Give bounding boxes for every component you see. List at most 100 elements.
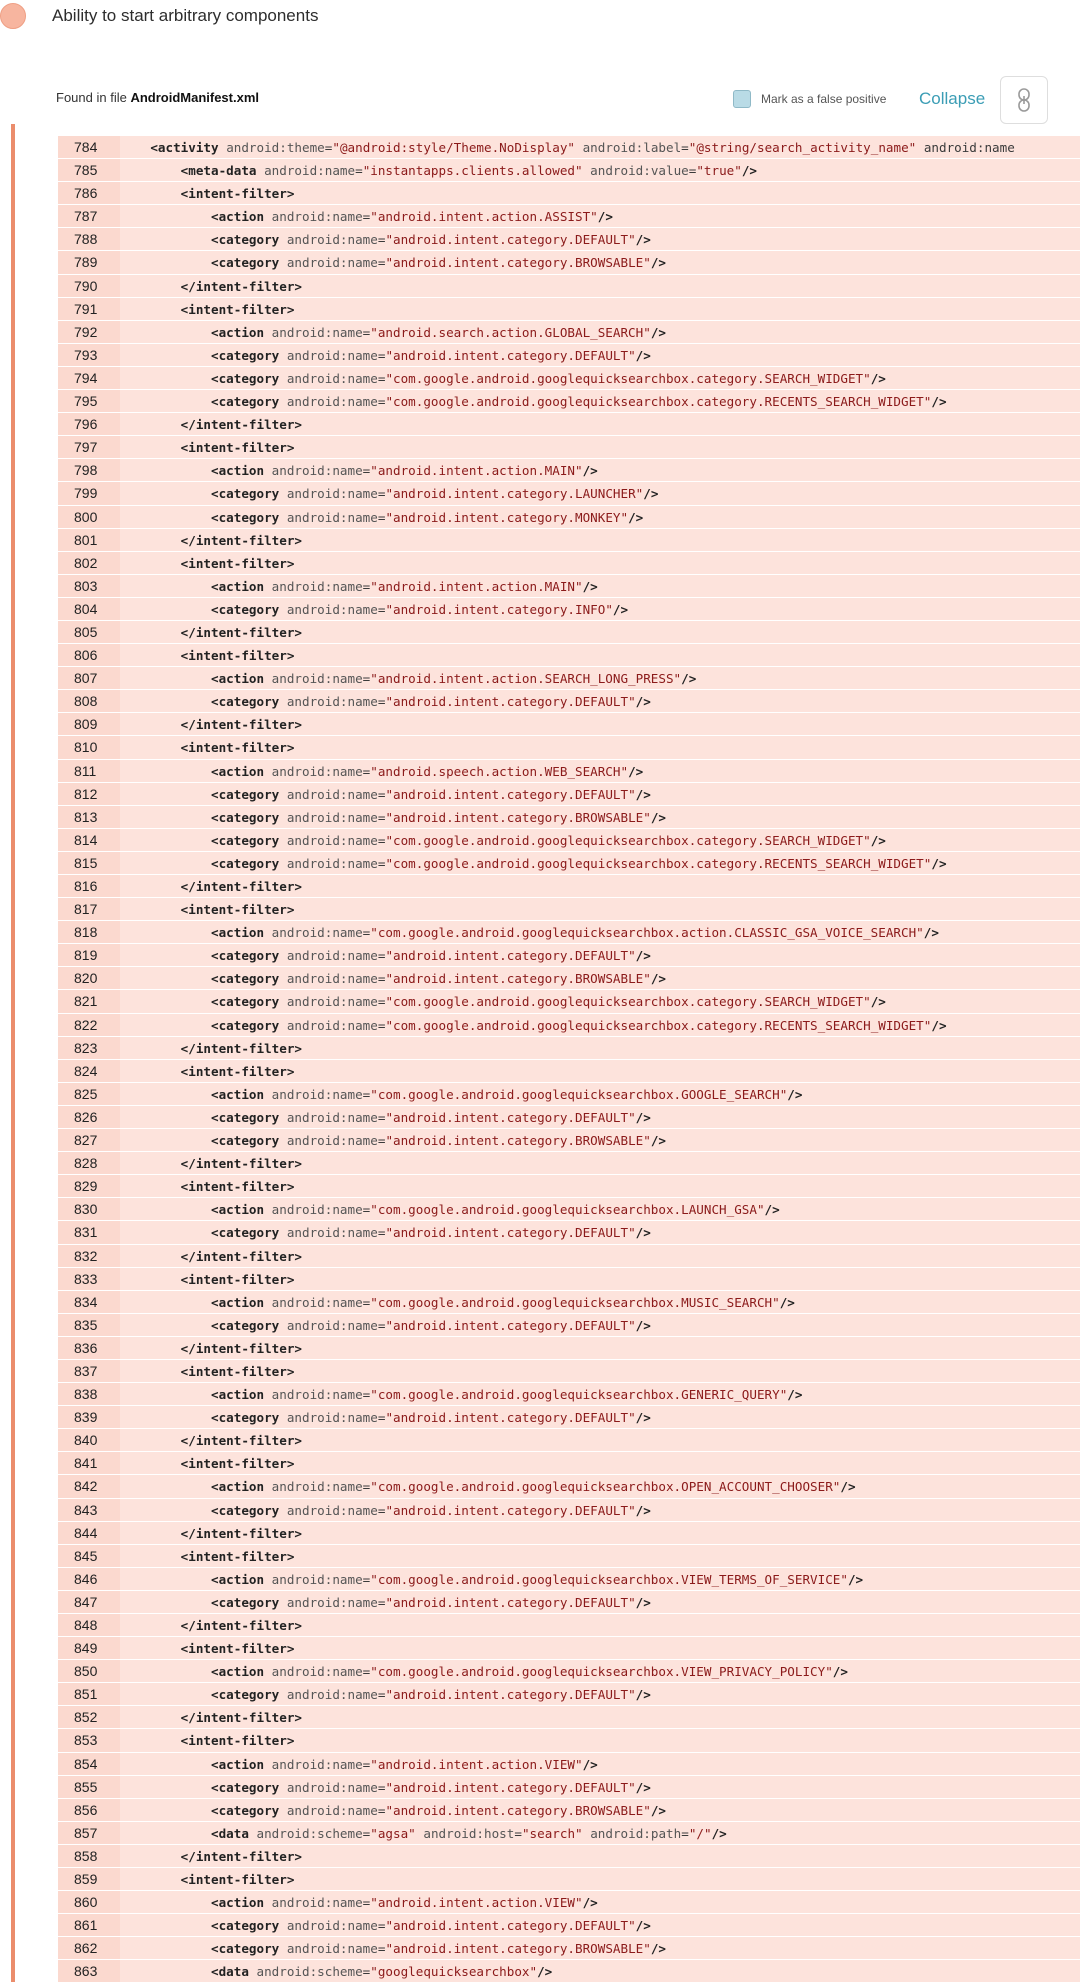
line-number: 792	[58, 320, 120, 343]
line-number: 805	[58, 620, 120, 644]
line-code: <action android:name="android.speech.act…	[211, 763, 644, 779]
line-number: 794	[58, 366, 120, 390]
line-code: <category android:name="android.intent.c…	[211, 1941, 666, 1957]
code-line: 811 <action android:name="android.speech…	[58, 759, 1080, 783]
line-number: 837	[58, 1359, 120, 1383]
code-line: 853 <intent-filter>	[58, 1729, 1080, 1753]
code-line: 813 <category android:name="android.inte…	[58, 805, 1080, 829]
line-number: 859	[58, 1868, 120, 1891]
code-line: 842 <action android:name="com.google.and…	[58, 1475, 1080, 1499]
line-number: 827	[58, 1129, 120, 1152]
code-line: 859 <intent-filter>	[58, 1868, 1080, 1892]
line-number: 863	[58, 1960, 120, 1982]
code-line: 821 <category android:name="com.google.a…	[58, 990, 1080, 1014]
line-number: 855	[58, 1775, 120, 1798]
line-number: 809	[58, 713, 120, 736]
line-code: </intent-filter>	[180, 717, 302, 733]
code-line: 829 <intent-filter>	[58, 1175, 1080, 1199]
copy-link-button[interactable]	[1000, 76, 1048, 124]
code-line: 827 <category android:name="android.inte…	[58, 1129, 1080, 1153]
line-number: 789	[58, 251, 120, 274]
code-line: 803 <action android:name="android.intent…	[58, 574, 1080, 598]
line-code: </intent-filter>	[180, 879, 302, 894]
line-number: 817	[58, 898, 120, 921]
code-line: 814 <category android:name="com.google.a…	[58, 828, 1080, 852]
line-code: <intent-filter>	[180, 902, 295, 918]
line-number: 820	[58, 967, 120, 990]
line-code: <action android:name="com.google.android…	[211, 1664, 848, 1680]
line-code: <category android:name="android.intent.c…	[211, 232, 651, 248]
line-number: 806	[58, 644, 120, 667]
code-line: 806 <intent-filter>	[58, 644, 1080, 668]
line-code: <category android:name="com.google.andro…	[211, 370, 886, 386]
line-number: 788	[58, 228, 120, 251]
code-line: 801 </intent-filter>	[58, 528, 1080, 552]
line-number: 811	[58, 759, 120, 782]
line-number: 852	[58, 1706, 120, 1729]
line-number: 813	[58, 805, 120, 828]
line-code: <intent-filter>	[180, 1063, 295, 1079]
line-code: <intent-filter>	[180, 186, 295, 202]
line-code: <category android:name="android.intent.c…	[211, 347, 651, 363]
line-code: <category android:name="android.intent.c…	[211, 809, 666, 825]
code-line: 816 </intent-filter>	[58, 875, 1080, 899]
issue-title: Ability to start arbitrary components	[52, 6, 319, 25]
collapse-button[interactable]: Collapse	[919, 89, 985, 109]
line-number: 804	[58, 597, 120, 620]
line-code: <category android:name="android.intent.c…	[211, 1687, 651, 1703]
code-line: 841 <intent-filter>	[58, 1452, 1080, 1476]
code-line: 828 </intent-filter>	[58, 1152, 1080, 1176]
line-number: 797	[58, 436, 120, 459]
code-line: 784 <activity android:theme="@android:st…	[58, 136, 1080, 160]
code-line: 861 <category android:name="android.inte…	[58, 1914, 1080, 1938]
line-number: 838	[58, 1383, 120, 1406]
line-number: 849	[58, 1637, 120, 1660]
line-number: 850	[58, 1660, 120, 1683]
code-line: 849 <intent-filter>	[58, 1637, 1080, 1661]
line-code: <category android:name="android.intent.c…	[211, 1133, 666, 1149]
line-number: 822	[58, 1013, 120, 1036]
line-number: 839	[58, 1406, 120, 1429]
line-code: <intent-filter>	[180, 1363, 295, 1379]
line-code: <action android:name="com.google.android…	[211, 1479, 856, 1495]
code-line: 788 <category android:name="android.inte…	[58, 228, 1080, 252]
line-number: 818	[58, 921, 120, 944]
code-line: 844 </intent-filter>	[58, 1521, 1080, 1545]
line-number: 815	[58, 851, 120, 874]
line-code: <intent-filter>	[180, 1271, 295, 1287]
code-line: 854 <action android:name="android.intent…	[58, 1752, 1080, 1776]
code-line: 847 <category android:name="android.inte…	[58, 1590, 1080, 1614]
line-code: <category android:name="android.intent.c…	[211, 1502, 651, 1518]
line-code: </intent-filter>	[180, 1618, 302, 1633]
code-snippet: 784 <activity android:theme="@android:st…	[11, 124, 1080, 1982]
line-number: 853	[58, 1729, 120, 1752]
line-code: <category android:name="android.intent.c…	[211, 1225, 651, 1241]
line-code: <action android:name="android.search.act…	[211, 324, 666, 340]
line-code: </intent-filter>	[180, 1848, 302, 1864]
false-positive-label[interactable]: Mark as a false positive	[761, 92, 886, 106]
false-positive-checkbox[interactable]	[733, 90, 751, 108]
code-line: 793 <category android:name="android.inte…	[58, 343, 1080, 367]
line-code: <action android:name="com.google.android…	[211, 1571, 864, 1587]
code-line: 846 <action android:name="com.google.and…	[58, 1567, 1080, 1591]
line-number: 845	[58, 1544, 120, 1567]
line-number: 810	[58, 736, 120, 759]
code-line: 845 <intent-filter>	[58, 1544, 1080, 1568]
line-code: </intent-filter>	[180, 1156, 302, 1172]
line-code: <intent-filter>	[180, 555, 295, 571]
line-number: 801	[58, 528, 120, 551]
line-code: </intent-filter>	[180, 1340, 302, 1356]
code-line: 824 <intent-filter>	[58, 1059, 1080, 1083]
line-number: 798	[58, 459, 120, 482]
line-code: <intent-filter>	[180, 1872, 295, 1888]
line-number: 816	[58, 875, 120, 898]
line-number: 860	[58, 1891, 120, 1914]
line-number: 831	[58, 1221, 120, 1244]
code-line: 815 <category android:name="com.google.a…	[58, 851, 1080, 875]
line-code: <category android:name="android.intent.c…	[211, 1317, 651, 1333]
line-number: 828	[58, 1152, 120, 1175]
code-line: 785 <meta-data android:name="instantapps…	[58, 159, 1080, 183]
severity-indicator-icon	[0, 3, 26, 29]
line-code: <meta-data android:name="instantapps.cli…	[180, 163, 758, 179]
code-line: 840 </intent-filter>	[58, 1429, 1080, 1453]
